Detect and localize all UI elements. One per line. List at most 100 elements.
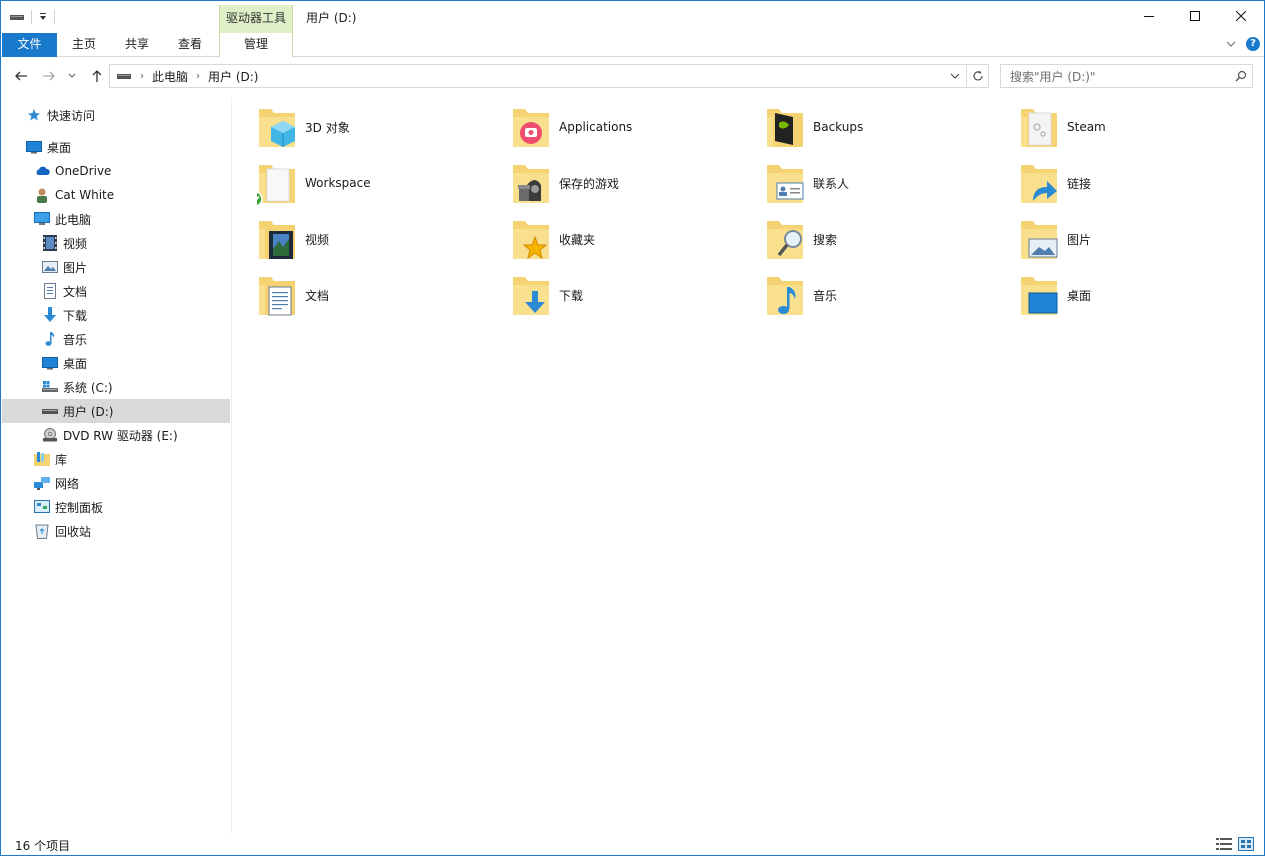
sidebar-item-label: 桌面 (63, 356, 88, 371)
picture-icon (42, 259, 58, 275)
sidebar-item-label: DVD RW 驱动器 (E:) (63, 428, 178, 443)
refresh-button[interactable] (967, 64, 989, 88)
breadcrumb-this-pc[interactable]: 此电脑 (152, 68, 188, 85)
folder-name: Applications (559, 120, 633, 134)
breadcrumb-drive-d[interactable]: 用户 (D:) (208, 68, 258, 85)
sidebar-item-this-pc[interactable]: 此电脑 (2, 207, 230, 231)
sidebar-item-label: 音乐 (63, 332, 88, 347)
sidebar-item-documents[interactable]: 文档 (2, 279, 230, 303)
folder-name: 文档 (305, 288, 330, 303)
customize-toolbar-icon[interactable] (38, 12, 48, 22)
folder-item[interactable]: 保存的游戏 (487, 157, 737, 209)
sidebar-item-downloads[interactable]: 下载 (2, 303, 230, 327)
folder-name: Workspace (305, 176, 371, 190)
folder-item[interactable]: 搜索 (741, 213, 991, 265)
help-icon[interactable]: ? (1246, 37, 1260, 51)
expand-ribbon-icon[interactable] (1226, 40, 1236, 48)
window-title: 用户 (D:) (306, 11, 357, 25)
folder-item[interactable]: Steam (995, 101, 1245, 153)
tab-file[interactable]: 文件 (2, 33, 57, 57)
sidebar-item-control-panel[interactable]: 控制面板 (2, 495, 230, 519)
close-button[interactable] (1218, 1, 1264, 31)
video-icon (42, 235, 58, 251)
explorer-window: 驱动器工具 用户 (D:) 文件 主页 共享 查看 管理 ? › 此电脑 › 用… (0, 0, 1265, 856)
tab-view[interactable]: 查看 (167, 33, 213, 57)
breadcrumb: › 此电脑 › 用户 (D:) (110, 68, 258, 85)
sidebar-item-network[interactable]: 网络 (2, 471, 230, 495)
search-icon[interactable] (1230, 70, 1252, 82)
tab-manage[interactable]: 管理 (219, 33, 293, 58)
star-icon (26, 107, 42, 123)
breadcrumb-separator-icon[interactable]: › (196, 71, 200, 82)
minimize-button[interactable] (1126, 1, 1172, 31)
recent-locations-button[interactable] (65, 65, 79, 87)
close-icon (1236, 11, 1246, 21)
address-bar[interactable]: › 此电脑 › 用户 (D:) (109, 64, 967, 88)
sidebar-item-label: 文档 (63, 284, 88, 299)
desktop-icon (1019, 273, 1059, 317)
sidebar-item-music[interactable]: 音乐 (2, 327, 230, 351)
back-arrow-icon (15, 71, 27, 81)
title-bar: 驱动器工具 用户 (D:) (1, 1, 1264, 33)
address-dropdown-icon[interactable] (950, 72, 960, 80)
sidebar-item-drive-d[interactable]: 用户 (D:) (2, 399, 230, 423)
network-icon (34, 475, 50, 491)
details-view-icon[interactable] (1216, 837, 1232, 851)
folder-item[interactable]: 桌面 (995, 269, 1245, 321)
favorites-icon (511, 217, 551, 261)
folder-item[interactable]: Backups (741, 101, 991, 153)
sidebar-item-dvd-drive[interactable]: DVD RW 驱动器 (E:) (2, 423, 230, 447)
folder-name: 联系人 (813, 176, 850, 191)
steam-icon (1019, 105, 1059, 149)
forward-button[interactable] (39, 65, 59, 87)
breadcrumb-separator-icon[interactable]: › (140, 71, 144, 82)
sidebar-item-pictures[interactable]: 图片 (2, 255, 230, 279)
maximize-button[interactable] (1172, 1, 1218, 31)
3d-objects-icon (257, 105, 297, 149)
sidebar-item-videos[interactable]: 视频 (2, 231, 230, 255)
ribbon-tabs: 文件 主页 共享 查看 管理 (1, 33, 1264, 58)
view-switcher (1216, 837, 1254, 851)
sidebar-item-label: 用户 (D:) (63, 404, 114, 419)
folder-item[interactable]: Applications (487, 101, 737, 153)
folder-item[interactable]: 链接 (995, 157, 1245, 209)
sidebar-item-libraries[interactable]: 库 (2, 447, 230, 471)
search-box[interactable]: 搜索"用户 (D:)" (1000, 64, 1253, 88)
folder-item[interactable]: 3D 对象 (233, 101, 483, 153)
context-tool-header: 驱动器工具 (219, 5, 293, 33)
contacts-icon (765, 161, 805, 205)
folder-item[interactable]: 收藏夹 (487, 213, 737, 265)
computer-icon (34, 211, 50, 227)
sidebar-item-quick-access[interactable]: 快速访问 (2, 103, 230, 127)
folder-item[interactable]: 视频 (233, 213, 483, 265)
up-button[interactable] (87, 65, 107, 87)
drive-icon[interactable] (9, 12, 25, 22)
minimize-icon (1144, 16, 1154, 17)
sidebar-item-desktop-pc[interactable]: 桌面 (2, 351, 230, 375)
tab-home[interactable]: 主页 (61, 33, 107, 57)
tab-share[interactable]: 共享 (114, 33, 160, 57)
sidebar-item-drive-c[interactable]: 系统 (C:) (2, 375, 230, 399)
search-input[interactable]: 搜索"用户 (D:)" (1001, 68, 1230, 85)
item-count: 16 个项目 (15, 839, 71, 853)
sidebar-item-recycle-bin[interactable]: 回收站 (2, 519, 230, 543)
desktop-icon (42, 355, 58, 371)
large-icons-view-icon[interactable] (1238, 837, 1254, 851)
sidebar-item-label: Cat White (55, 188, 115, 202)
sidebar-item-user[interactable]: Cat White (2, 183, 230, 207)
folder-item[interactable]: 联系人 (741, 157, 991, 209)
folder-name: 3D 对象 (305, 120, 350, 135)
folder-name: Steam (1067, 120, 1106, 134)
folder-item[interactable]: 图片 (995, 213, 1245, 265)
document-icon (42, 283, 58, 299)
folder-name: Backups (813, 120, 864, 134)
sidebar-item-onedrive[interactable]: OneDrive (2, 159, 230, 183)
folder-item[interactable]: Workspace (233, 157, 483, 209)
folder-item[interactable]: 下载 (487, 269, 737, 321)
sidebar-item-label: OneDrive (55, 164, 112, 178)
back-button[interactable] (11, 65, 31, 87)
sidebar-item-desktop[interactable]: 桌面 (2, 135, 230, 159)
folder-item[interactable]: 音乐 (741, 269, 991, 321)
folder-item[interactable]: 文档 (233, 269, 483, 321)
file-list: 3D 对象 Applications Backups Steam Workspa… (233, 97, 1264, 833)
